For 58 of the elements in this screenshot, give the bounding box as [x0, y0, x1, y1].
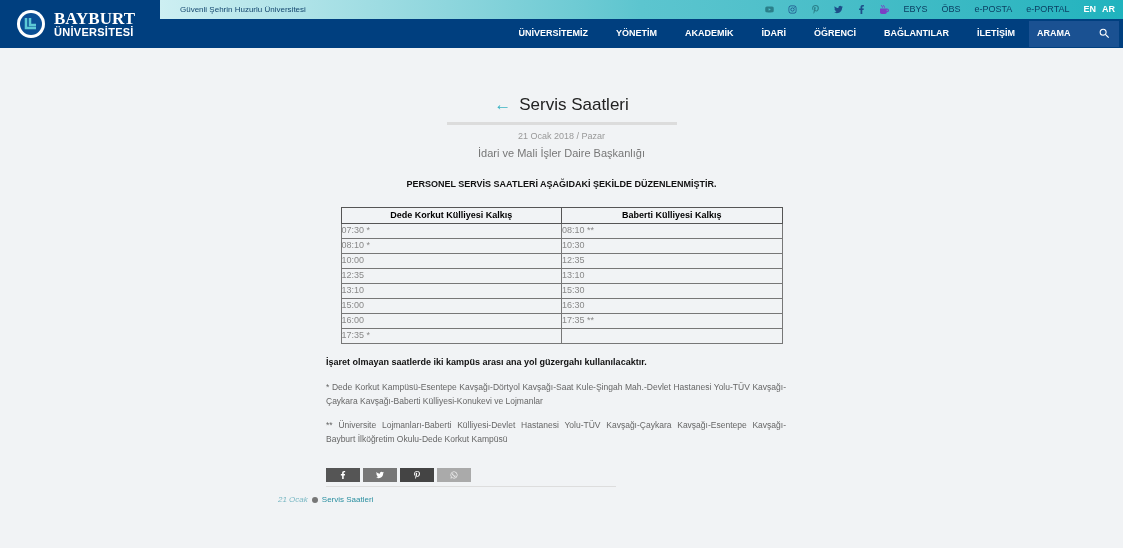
- nav-item[interactable]: ÜNİVERSİTEMİZ: [504, 26, 602, 41]
- twitter-share-button[interactable]: [363, 467, 397, 482]
- table-cell: 15:30: [562, 285, 585, 296]
- breadcrumb-date: 21 Ocak: [278, 493, 308, 506]
- table-cell: 16:00: [341, 315, 365, 326]
- bird-icon[interactable]: [834, 5, 844, 14]
- bird-icon: [376, 470, 384, 479]
- route-note: İşaret olmayan saatlerde iki kampüs arası ana yol güzergahı kullanılacaktır.: [326, 356, 647, 369]
- table-cell: 08:10 **: [562, 225, 595, 236]
- table-cell: 10:00: [341, 255, 365, 266]
- dot-icon: [311, 496, 318, 503]
- nav-item[interactable]: BAĞLANTILAR: [870, 26, 963, 41]
- nav-item[interactable]: YÖNETİM: [601, 26, 671, 41]
- cup-icon[interactable]: [880, 5, 890, 14]
- phone-bubble-icon: [450, 470, 458, 479]
- top-link[interactable]: ÖBS: [941, 2, 961, 17]
- nav-item[interactable]: ÖĞRENCİ: [800, 26, 870, 41]
- top-link[interactable]: e-PORTAL: [1026, 2, 1070, 17]
- table-cell: 13:10: [562, 270, 585, 281]
- table-cell: 10:30: [562, 240, 585, 251]
- table-cell: 12:35: [341, 270, 365, 281]
- route-description: ** Üniversite Lojmanları-Baberti Külliyesi-Devlet Hastanesi Yolu-TÜV Kavşağı-Çaykara Kavşağı-Esentepe Kavşağı-Bayburt İlköğretim Okulu-Dede Korkut Kampüsü: [326, 418, 786, 446]
- table-cell: 13:10: [341, 285, 365, 296]
- nav-item[interactable]: İLETİŞİM: [963, 26, 1029, 41]
- page-title: Servis Saatleri: [519, 94, 629, 116]
- table-cell: 07:30 *: [341, 225, 371, 236]
- facebook-share-button[interactable]: [326, 467, 360, 482]
- notice-heading: PERSONEL SERVİS SAATLERİ AŞAĞIDAKİ ŞEKİLDE DÜZENLENMİŞTİR.: [406, 177, 717, 191]
- facebook-icon[interactable]: [857, 5, 867, 14]
- search-label: ARAMA: [1037, 26, 1071, 40]
- pin-icon: [413, 470, 421, 479]
- table-cell: 16:30: [562, 300, 585, 311]
- table-cell: 15:00: [341, 300, 365, 311]
- route-description: * Dede Korkut Kampüsü-Esentepe Kavşağı-Dörtyol Kavşağı-Saat Kule-Şingah Mah.-Devlet Hastanesi Yolu-TÜV Kavşağı-Çaykara Kavşağı-Baberti Külliyesi-Konukevi ve Lojmanlar: [326, 380, 786, 408]
- table-cell: 12:35: [562, 255, 585, 266]
- facebook-icon: [339, 470, 347, 479]
- breadcrumb-link[interactable]: Servis Saatleri: [321, 493, 374, 506]
- nav-item[interactable]: AKADEMİK: [671, 26, 748, 41]
- search-icon[interactable]: [1098, 27, 1111, 40]
- slogan-text: Güvenli Şehrin Huzurlu Üniversitesi: [180, 3, 306, 16]
- university-logo-icon[interactable]: [16, 9, 46, 39]
- table-cell: 08:10 *: [341, 240, 371, 251]
- search-box[interactable]: ARAMA: [1029, 20, 1119, 47]
- department-text: İdari ve Mali İşler Daire Başkanlığı: [478, 146, 645, 161]
- column-header: Baberti Külliyesi Kalkış: [561, 207, 782, 224]
- camera-icon[interactable]: [788, 5, 798, 14]
- pinterest-share-button[interactable]: [400, 467, 434, 482]
- column-header: Dede Korkut Külliyesi Kalkış: [341, 207, 562, 224]
- post-date: 21 Ocak 2018 / Pazar: [517, 129, 606, 143]
- video-icon[interactable]: [765, 5, 775, 14]
- logo-subtitle: ÜNİVERSİTESİ: [54, 27, 135, 38]
- logo-title: BAYBURT: [54, 10, 135, 27]
- pin-icon[interactable]: [811, 5, 821, 14]
- nav-item[interactable]: İDARİ: [747, 26, 800, 41]
- table-cell: 17:35 *: [341, 330, 371, 341]
- table-cell: 17:35 **: [562, 315, 595, 326]
- top-link[interactable]: e-POSTA: [974, 2, 1013, 17]
- top-link[interactable]: EBYS: [903, 2, 928, 17]
